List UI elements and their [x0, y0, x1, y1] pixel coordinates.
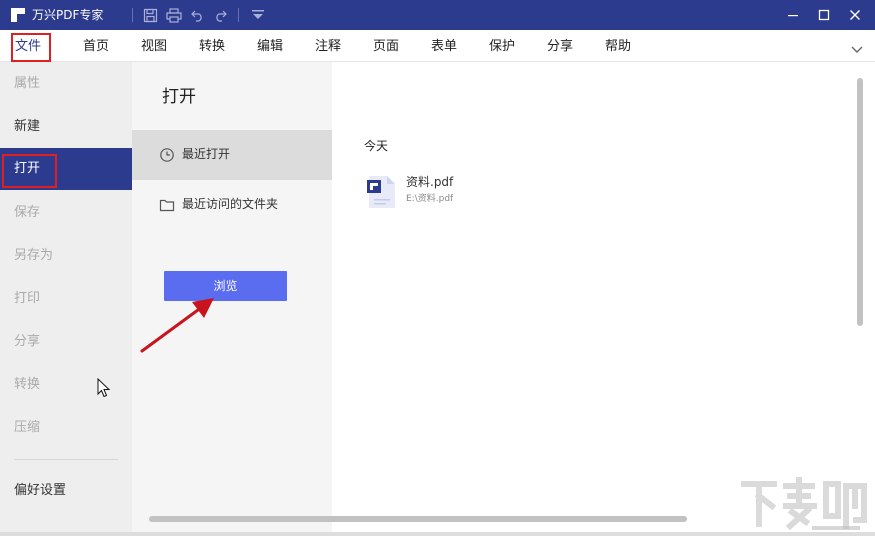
save-icon[interactable]	[142, 7, 158, 23]
menu-form[interactable]: 表单	[431, 38, 457, 55]
mouse-cursor-icon	[97, 378, 111, 398]
sidebar-item-new[interactable]: 新建	[0, 106, 132, 148]
redo-icon[interactable]	[212, 7, 228, 23]
minimize-icon[interactable]	[783, 5, 803, 25]
menu-bar: 文件 首页 视图 转换 编辑 注释 页面 表单 保护 分享 帮助	[0, 30, 875, 62]
clock-icon	[160, 148, 174, 162]
sidebar-item-save[interactable]: 保存	[0, 192, 132, 234]
sidebar-item-save-as[interactable]: 另存为	[0, 235, 132, 277]
sidebar-item-convert[interactable]: 转换	[0, 364, 132, 406]
title-bar: 万兴PDF专家	[0, 0, 875, 30]
menu-protect[interactable]: 保护	[489, 38, 515, 55]
app-title: 万兴PDF专家	[32, 8, 104, 22]
menu-home[interactable]: 首页	[83, 38, 109, 55]
menu-page[interactable]: 页面	[373, 38, 399, 55]
folder-icon	[159, 199, 175, 212]
sidebar-open-highlight	[2, 154, 57, 188]
menu-help[interactable]: 帮助	[605, 38, 631, 55]
menu-file-highlight	[11, 33, 51, 62]
file-path: E:\资料.pdf	[406, 194, 454, 204]
sidebar-item-label: 压缩	[14, 420, 41, 435]
section-today: 今天	[364, 139, 389, 153]
menu-edit[interactable]: 编辑	[257, 38, 283, 55]
maximize-icon[interactable]	[814, 5, 834, 25]
sidebar-item-label: 新建	[14, 119, 41, 134]
sidebar-item-label: 转换	[14, 377, 41, 392]
sidebar-item-label: 保存	[14, 205, 41, 220]
sidebar-item-label: 打印	[14, 291, 41, 306]
sidebar-divider	[14, 459, 118, 460]
sidebar-item-print[interactable]: 打印	[0, 278, 132, 320]
sidebar-item-properties[interactable]: 属性	[0, 63, 132, 105]
nav-recent-open[interactable]: 最近打开	[132, 130, 332, 180]
pdf-file-icon	[367, 176, 395, 208]
chevron-down-icon[interactable]	[850, 44, 864, 56]
undo-icon[interactable]	[190, 7, 206, 23]
sidebar-item-compress[interactable]: 压缩	[0, 407, 132, 449]
toolbar-divider	[132, 8, 133, 22]
annotation-arrow-icon	[140, 298, 214, 353]
toolbar-divider	[238, 8, 239, 22]
nav-recent-folders[interactable]: 最近访问的文件夹	[132, 180, 332, 230]
panel-title: 打开	[162, 87, 196, 107]
recent-file-item[interactable]: 资料.pdf E:\资料.pdf	[364, 172, 564, 212]
bottom-edge	[0, 532, 875, 536]
recent-files-area	[332, 62, 855, 512]
dropdown-icon[interactable]	[250, 7, 266, 23]
sidebar-item-label: 分享	[14, 334, 41, 349]
menu-share[interactable]: 分享	[547, 38, 573, 55]
vertical-scrollbar[interactable]	[857, 78, 863, 326]
sidebar-item-share[interactable]: 分享	[0, 321, 132, 363]
file-name: 资料.pdf	[406, 175, 454, 189]
nav-label: 最近打开	[182, 147, 231, 161]
close-icon[interactable]	[845, 5, 865, 25]
menu-view[interactable]: 视图	[141, 38, 167, 55]
menu-annotate[interactable]: 注释	[315, 38, 341, 55]
app-logo-icon	[11, 8, 25, 22]
nav-label: 最近访问的文件夹	[182, 197, 279, 211]
sidebar-item-label: 偏好设置	[14, 483, 67, 498]
sidebar-item-preferences[interactable]: 偏好设置	[0, 470, 132, 512]
horizontal-scrollbar[interactable]	[149, 516, 687, 522]
menu-convert[interactable]: 转换	[199, 38, 225, 55]
sidebar-item-label: 属性	[14, 76, 41, 91]
sidebar-item-label: 另存为	[14, 248, 54, 263]
watermark-logo	[741, 477, 867, 531]
print-icon[interactable]	[166, 7, 182, 23]
